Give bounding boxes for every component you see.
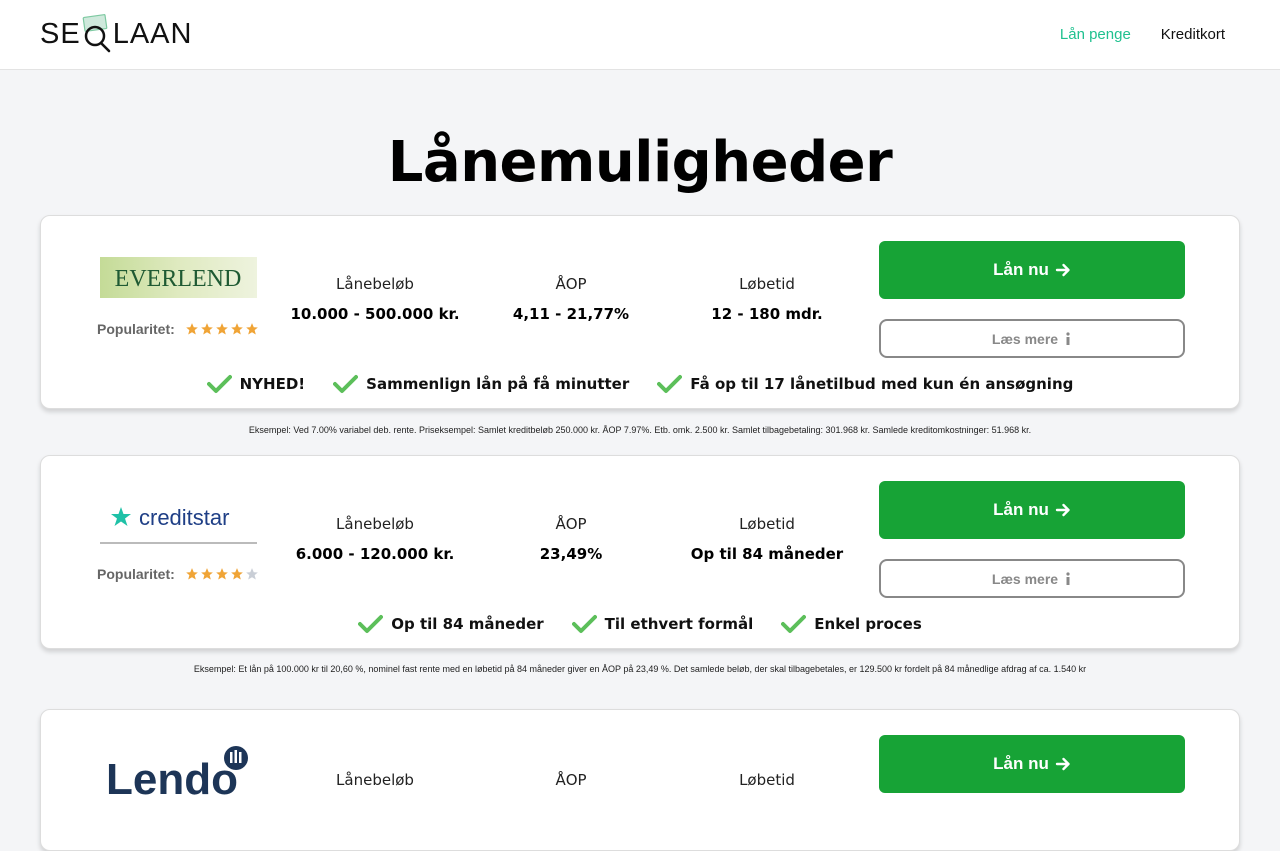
popularity-label: Popularitet: (97, 566, 175, 582)
loan-amount-label: Lånebeløb (336, 275, 414, 293)
loan-now-label: Lån nu (993, 500, 1049, 519)
feature-text: Til ethvert formål (604, 615, 754, 633)
popularity-rating: Popularitet: (97, 566, 259, 582)
main-nav: Lån penge Kreditkort (1060, 0, 1225, 69)
creditstar-logo-text: creditstar (139, 505, 229, 530)
star-icon (245, 323, 258, 335)
read-more-button[interactable]: Læs mere (879, 319, 1185, 358)
loan-offer-card: creditstar Popularitet: Lånebeløb 6.000 … (40, 455, 1240, 649)
feature-text: Op til 84 måneder (391, 615, 544, 633)
popularity-rating: Popularitet: (97, 321, 259, 337)
feature-list: Op til 84 måneder Til ethvert formål Enk… (41, 614, 1239, 634)
checkmark-icon (358, 615, 384, 633)
star-icon (200, 568, 213, 580)
loan-now-label: Lån nu (993, 260, 1049, 279)
checkmark-icon (206, 375, 232, 393)
star-icon (230, 323, 243, 335)
aop: ÅOP 4,11 - 21,77% (476, 275, 666, 323)
everlend-logo[interactable]: EVERLEND (100, 257, 257, 298)
feature-item: Op til 84 måneder (358, 614, 544, 634)
star-empty-icon (245, 568, 258, 580)
info-icon (1066, 571, 1070, 585)
logo-text-laan: LAAN (112, 17, 193, 50)
loan-amount: Lånebeløb (280, 771, 470, 801)
arrow-right-icon (1055, 503, 1070, 517)
checkmark-icon (657, 375, 683, 393)
page-title: Lånemuligheder (387, 130, 893, 195)
star-icon (215, 323, 228, 335)
logo-text-se: SE (40, 17, 81, 50)
star-icon (215, 568, 228, 580)
aop-label: ÅOP (555, 771, 587, 789)
star-icon (230, 568, 243, 580)
loan-now-button[interactable]: Lån nu (879, 481, 1185, 539)
term: Løbetid Op til 84 måneder (672, 515, 862, 563)
loan-amount-value: 10.000 - 500.000 kr. (290, 305, 460, 323)
term-label: Løbetid (739, 275, 795, 293)
lendo-logo-text: Lendo (106, 755, 238, 798)
loan-offer-card: EVERLEND Popularitet: Lånebeløb 10.000 -… (40, 215, 1240, 409)
term-value: 12 - 180 mdr. (711, 305, 823, 323)
star-icon (185, 568, 198, 580)
loan-now-label: Lån nu (993, 754, 1049, 773)
feature-item: Sammenlign lån på få minutter (333, 374, 629, 394)
read-more-label: Læs mere (991, 570, 1059, 587)
info-icon (1066, 331, 1070, 345)
feature-text: Enkel proces (814, 615, 922, 633)
checkmark-icon (333, 375, 359, 393)
aop-value: 23,49% (539, 545, 603, 563)
loan-amount-value: 6.000 - 120.000 kr. (295, 545, 455, 563)
term: Løbetid 12 - 180 mdr. (672, 275, 862, 323)
aop-label: ÅOP (555, 515, 587, 533)
creditstar-logo[interactable]: creditstar (100, 497, 257, 544)
loan-now-button[interactable]: Lån nu (879, 241, 1185, 299)
checkmark-icon (571, 615, 597, 633)
arrow-right-icon (1055, 757, 1070, 771)
loan-amount-label: Lånebeløb (336, 771, 414, 789)
read-more-label: Læs mere (991, 330, 1059, 347)
term-label: Løbetid (739, 771, 795, 789)
feature-text: Sammenlign lån på få minutter (366, 375, 630, 393)
term: Løbetid (672, 771, 862, 801)
loan-offer-card: Lendo Lånebeløb ÅOP Løbetid Lån nu (40, 709, 1240, 851)
feature-text: NYHED! (239, 375, 306, 393)
logo-magnifier-icon (82, 14, 112, 54)
loan-amount: Lånebeløb 6.000 - 120.000 kr. (280, 515, 470, 563)
feature-list: NYHED! Sammenlign lån på få minutter Få … (41, 374, 1239, 394)
aop-label: ÅOP (555, 275, 587, 293)
star-rating (185, 322, 259, 336)
top-navbar: SE LAAN Lån penge Kreditkort (0, 0, 1280, 70)
loan-now-button[interactable]: Lån nu (879, 735, 1185, 793)
checkmark-icon (781, 615, 807, 633)
aop: ÅOP (476, 771, 666, 801)
aop: ÅOP 23,49% (476, 515, 666, 563)
feature-item: Enkel proces (781, 614, 922, 634)
everlend-logo-text: EVERLEND (115, 266, 242, 292)
lendo-logo[interactable]: Lendo (100, 746, 257, 804)
term-label: Løbetid (739, 515, 795, 533)
feature-item: Til ethvert formål (571, 614, 754, 634)
loan-amount: Lånebeløb 10.000 - 500.000 kr. (280, 275, 470, 323)
term-value: Op til 84 måneder (690, 545, 844, 563)
nav-link-lan-penge[interactable]: Lån penge (1060, 26, 1131, 43)
feature-item: Få op til 17 lånetilbud med kun én ansøg… (657, 374, 1073, 394)
site-logo[interactable]: SE LAAN (40, 14, 193, 54)
aop-value: 4,11 - 21,77% (512, 305, 630, 323)
star-rating (185, 567, 259, 581)
creditstar-star-icon (111, 507, 131, 526)
loan-amount-label: Lånebeløb (336, 515, 414, 533)
price-example: Eksempel: Ved 7.00% variabel deb. rente.… (248, 425, 1032, 435)
nav-link-kreditkort[interactable]: Kreditkort (1161, 26, 1225, 43)
star-icon (200, 323, 213, 335)
popularity-label: Popularitet: (97, 321, 175, 337)
price-example: Eksempel: Et lån på 100.000 kr til 20,60… (193, 664, 1087, 674)
feature-item: NYHED! (206, 374, 306, 394)
read-more-button[interactable]: Læs mere (879, 559, 1185, 598)
star-icon (185, 323, 198, 335)
feature-text: Få op til 17 lånetilbud med kun én ansøg… (690, 375, 1074, 393)
arrow-right-icon (1055, 263, 1070, 277)
